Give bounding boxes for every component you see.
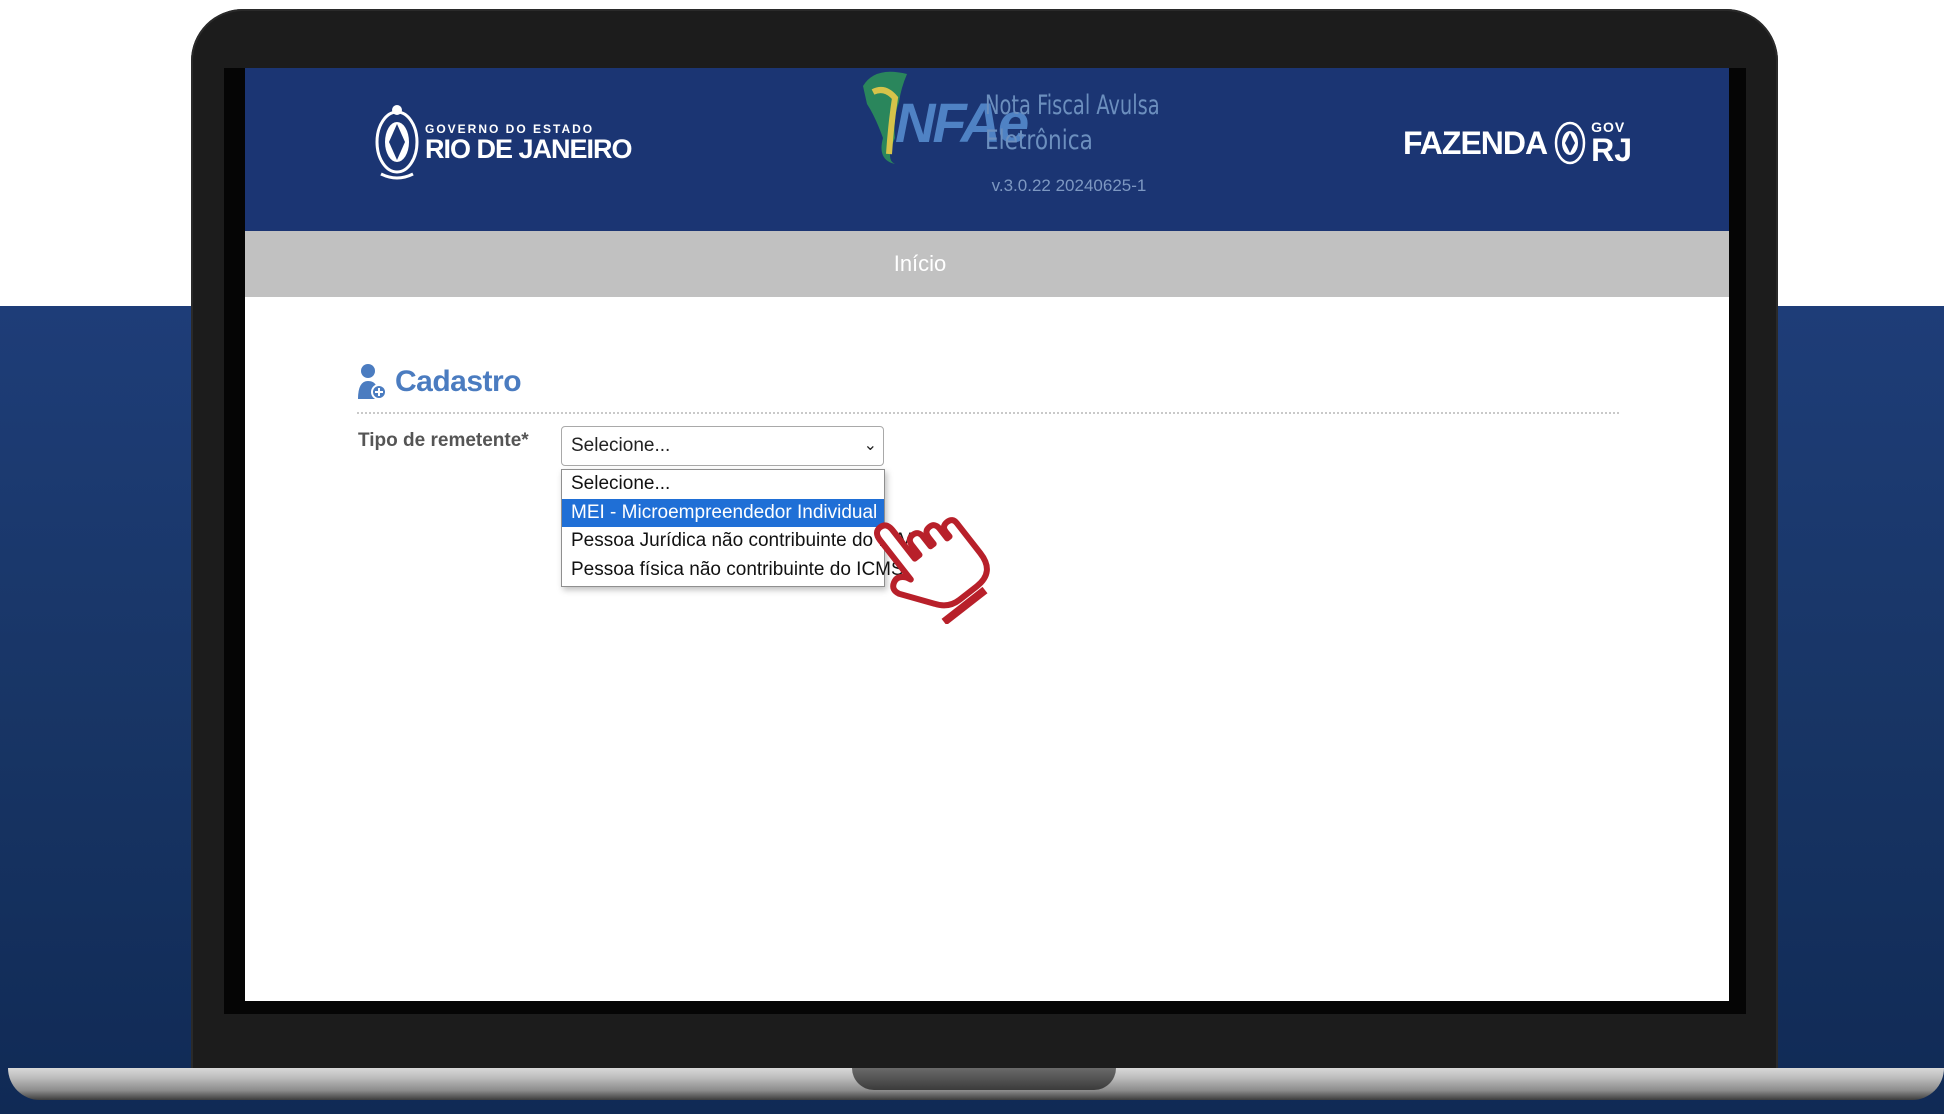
nfae-logo[interactable]: NFAe Nota Fiscal Avulsa Eletrônica — [855, 68, 1175, 231]
nav-bar: Início — [245, 231, 1729, 297]
fazenda-text: FAZENDA — [1403, 124, 1548, 161]
state-seal-icon — [1554, 121, 1586, 165]
fazenda-logo[interactable]: FAZENDA GOV RJ — [1403, 118, 1632, 168]
sender-type-select[interactable]: Selecione... ⌄ — [561, 426, 884, 466]
site-header: GOVERNO DO ESTADO RIO DE JANEIRO NFAe No… — [245, 68, 1729, 231]
section-divider — [357, 412, 1619, 414]
select-value: Selecione... — [571, 435, 671, 456]
user-icon — [358, 364, 387, 400]
hand-pointer-icon — [873, 517, 990, 624]
section-header: Cadastro — [357, 363, 522, 401]
rj-government-logo[interactable]: GOVERNO DO ESTADO RIO DE JANEIRO — [375, 102, 633, 182]
chevron-down-icon: ⌄ — [863, 437, 877, 454]
rj-label: RJ — [1591, 132, 1633, 168]
sender-type-dropdown: Selecione... MEI - Microempreendedor Ind… — [561, 469, 926, 587]
version-text: v.3.0.22 20240625-1 — [991, 176, 1147, 195]
option-mei[interactable]: MEI - Microempreendedor Individual — [562, 498, 884, 527]
option-pessoa-juridica[interactable]: Pessoa Jurídica não contribuinte do ICMS — [562, 527, 926, 556]
app-name-line1: Nota Fiscal Avulsa — [985, 90, 1160, 121]
browser-screen: GOVERNO DO ESTADO RIO DE JANEIRO NFAe No… — [245, 68, 1729, 1001]
option-selecione[interactable]: Selecione... — [562, 470, 884, 499]
laptop-notch — [852, 1068, 1116, 1090]
nav-home-link[interactable]: Início — [245, 231, 1595, 297]
option-pessoa-fisica[interactable]: Pessoa física não contribuinte do ICMS — [562, 556, 904, 585]
app-name-line2: Eletrônica — [985, 125, 1093, 156]
gov-big-text: RIO DE JANEIRO — [425, 133, 633, 164]
sender-type-label: Tipo de remetente* — [358, 430, 529, 451]
page-title: Cadastro — [395, 365, 522, 398]
state-seal-icon — [375, 105, 419, 180]
